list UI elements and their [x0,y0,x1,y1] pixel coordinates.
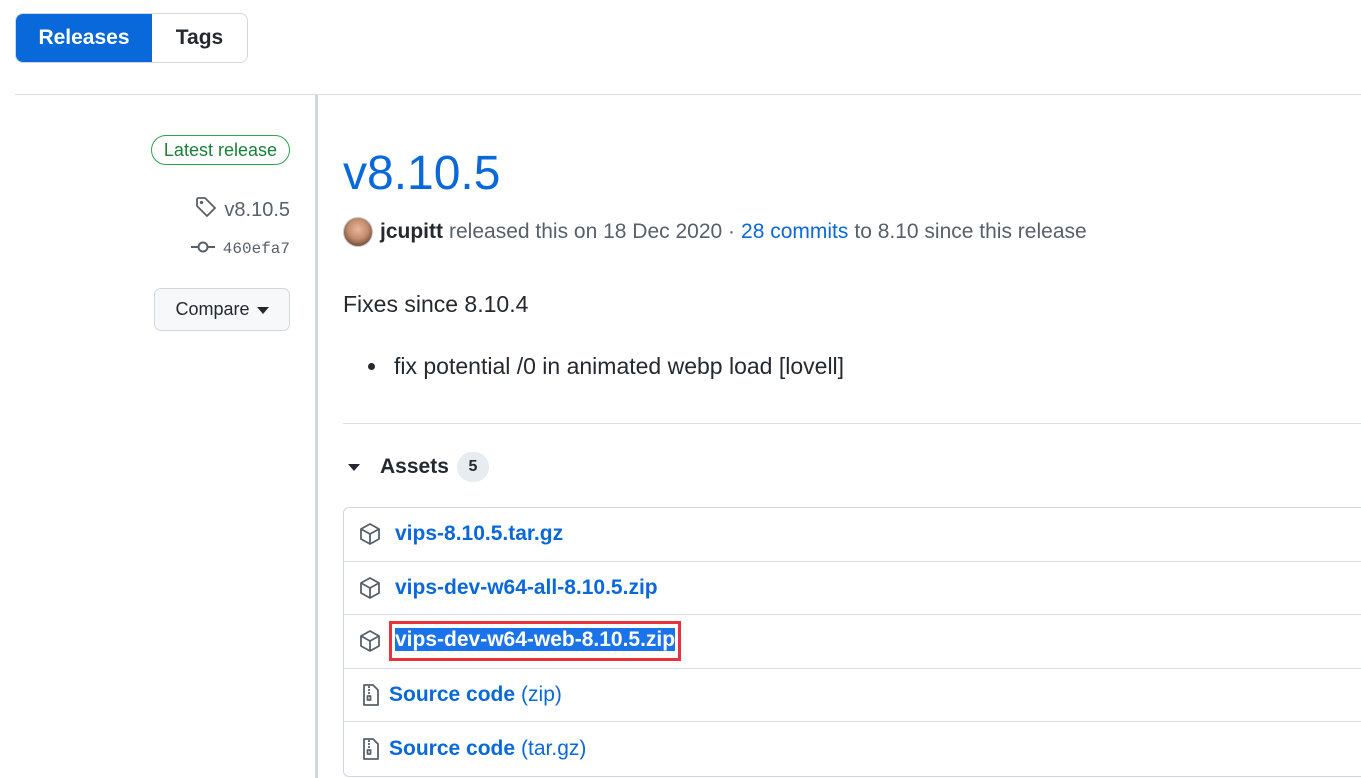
file-zip-icon [358,737,382,761]
triangle-down-icon [348,463,360,471]
package-icon [358,629,382,653]
package-icon [358,522,382,546]
commits-link[interactable]: 28 commits [741,220,848,244]
asset-format[interactable]: (zip) [521,683,562,707]
release-notes-heading: Fixes since 8.10.4 [343,291,529,317]
asset-format[interactable]: (tar.gz) [521,737,586,761]
tag-icon [194,195,218,225]
git-commit-icon [190,240,215,259]
header-divider [15,94,1361,95]
timeline-line [315,95,318,778]
package-icon [358,576,382,600]
asset-row: vips-dev-w64-all-8.10.5.zip [344,562,1361,616]
releases-tags-tabs: Releases Tags [15,13,248,63]
author-link[interactable]: jcupitt [380,220,443,244]
avatar[interactable] [343,217,373,247]
release-notes-list: fix potential /0 in animated webp load [… [368,353,844,380]
commit-link[interactable]: 460efa7 [190,236,290,262]
asset-link[interactable]: vips-dev-w64-web-8.10.5.zip [395,628,676,652]
asset-row: vips-dev-w64-web-8.10.5.zip [344,615,1361,669]
assets-label: Assets [380,455,449,478]
compare-button[interactable]: Compare [154,288,290,331]
latest-release-badge: Latest release [150,135,290,165]
assets-list: vips-8.10.5.tar.gz vips-dev-w64-all-8.10… [343,507,1361,777]
tag-label: v8.10.5 [224,198,290,221]
asset-link[interactable]: Source code [389,737,515,761]
released-text: released this on 18 Dec 2020 · [449,220,736,243]
assets-count-badge: 5 [456,452,489,482]
list-item-text: fix potential /0 in animated webp load [… [394,353,845,379]
asset-row: Source code (zip) [344,669,1361,723]
caret-down-icon [256,299,269,320]
commit-sha: 460efa7 [222,240,290,258]
release-title[interactable]: v8.10.5 [343,144,500,204]
asset-link[interactable]: vips-8.10.5.tar.gz [395,522,563,546]
asset-row: vips-8.10.5.tar.gz [344,508,1361,562]
commits-suffix: to 8.10 since this release [854,220,1087,243]
selected-asset-highlight: vips-dev-w64-web-8.10.5.zip [388,621,682,662]
bullet-icon [368,363,375,370]
file-zip-icon [358,683,382,707]
tab-releases[interactable]: Releases [16,14,152,62]
compare-label: Compare [175,299,250,319]
assets-divider [343,423,1361,424]
list-item: fix potential /0 in animated webp load [… [368,353,844,380]
assets-toggle[interactable]: Assets 5 [348,451,489,483]
asset-row: Source code (tar.gz) [344,722,1361,776]
release-meta: jcupitt released this on 18 Dec 2020 · 2… [343,215,1087,249]
tag-link[interactable]: v8.10.5 [194,196,290,224]
asset-link[interactable]: vips-dev-w64-all-8.10.5.zip [395,576,658,600]
tab-tags[interactable]: Tags [152,14,247,62]
asset-link[interactable]: Source code [389,683,515,707]
